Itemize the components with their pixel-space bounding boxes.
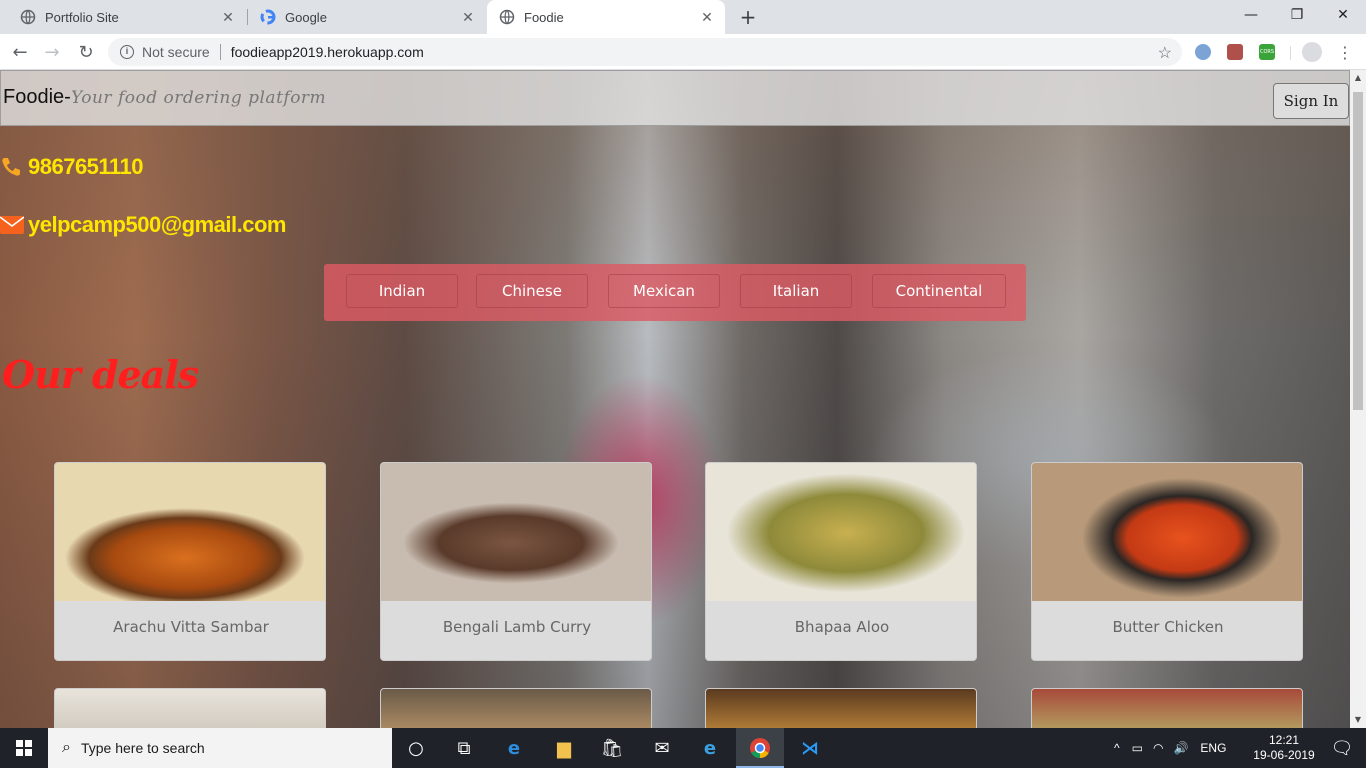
scroll-down-icon[interactable]: ▼: [1350, 712, 1366, 728]
browser-tab-strip: Portfolio Site ✕ Google ✕ Foodie ✕ + — ❐…: [0, 0, 1366, 34]
deal-image[interactable]: [1032, 463, 1302, 601]
scrollbar-thumb[interactable]: [1353, 92, 1363, 410]
globe-icon: [499, 9, 515, 25]
deal-card[interactable]: [54, 688, 326, 728]
sign-in-button[interactable]: Sign In: [1273, 83, 1349, 119]
cors-extension-icon[interactable]: CORS: [1259, 44, 1275, 60]
clock-date: 19-06-2019: [1253, 748, 1315, 762]
browser-toolbar: ← → ↻ i Not secure foodieapp2019.herokua…: [0, 34, 1366, 70]
brand-tagline: Your food ordering platform: [71, 88, 327, 108]
search-placeholder: Type here to search: [80, 740, 205, 756]
deal-card[interactable]: [1031, 688, 1303, 728]
close-window-icon[interactable]: ✕: [1320, 0, 1366, 30]
clock[interactable]: 12:21 19-06-2019: [1252, 728, 1316, 768]
deal-image[interactable]: [55, 463, 325, 601]
reload-icon[interactable]: ↻: [74, 40, 98, 64]
deal-card[interactable]: [705, 688, 977, 728]
pdf-extension-icon[interactable]: [1227, 44, 1243, 60]
cuisine-indian-button[interactable]: Indian: [346, 274, 458, 308]
scroll-up-icon[interactable]: ▲: [1350, 70, 1366, 86]
deals-heading: Our deals: [2, 352, 199, 397]
url-text[interactable]: foodieapp2019.herokuapp.com: [231, 44, 424, 60]
cuisine-filter-bar: Indian Chinese Mexican Italian Continent…: [324, 264, 1026, 321]
clock-time: 12:21: [1268, 733, 1300, 747]
tab-foodie[interactable]: Foodie ✕: [487, 0, 725, 34]
edge-icon[interactable]: e: [490, 728, 538, 768]
page-scrollbar[interactable]: ▲ ▼: [1350, 70, 1366, 728]
security-label: Not secure: [142, 44, 210, 60]
shield-extension-icon[interactable]: [1195, 44, 1211, 60]
email-address: yelpcamp500@gmail.com: [28, 212, 286, 237]
close-tab-icon[interactable]: ✕: [220, 9, 236, 25]
brand-logo[interactable]: Foodie-: [3, 86, 71, 109]
search-icon: ⌕: [62, 739, 71, 756]
contact-phone: 9867651110: [0, 154, 143, 180]
tab-title: Google: [285, 9, 327, 25]
cuisine-continental-button[interactable]: Continental: [872, 274, 1006, 308]
deal-image[interactable]: [381, 463, 651, 601]
battery-icon[interactable]: ▭: [1132, 741, 1143, 755]
mail-icon[interactable]: ✉: [638, 728, 686, 768]
cuisine-italian-button[interactable]: Italian: [740, 274, 852, 308]
vscode-icon[interactable]: ⋊: [786, 728, 834, 768]
deal-card[interactable]: Butter Chicken: [1031, 462, 1303, 661]
profile-avatar-icon[interactable]: [1302, 42, 1322, 62]
google-icon: [260, 9, 276, 25]
notifications-icon[interactable]: 🗨: [1318, 728, 1366, 768]
internet-explorer-icon[interactable]: e: [686, 728, 734, 768]
tab-title: Foodie: [524, 9, 564, 25]
windows-start-icon[interactable]: [0, 728, 48, 768]
deal-card[interactable]: [380, 688, 652, 728]
minimize-icon[interactable]: —: [1228, 0, 1274, 30]
deal-card[interactable]: Bhapaa Aloo: [705, 462, 977, 661]
deal-image[interactable]: [706, 463, 976, 601]
phone-number: 9867651110: [28, 154, 143, 179]
deal-name[interactable]: Bhapaa Aloo: [706, 618, 976, 636]
deal-name[interactable]: Butter Chicken: [1032, 618, 1302, 636]
site-navbar: Foodie- Your food ordering platform Sign…: [0, 70, 1350, 126]
volume-icon[interactable]: 🔊: [1173, 741, 1188, 755]
deal-card[interactable]: Arachu Vitta Sambar: [54, 462, 326, 661]
foodie-page: Foodie- Your food ordering platform Sign…: [0, 70, 1350, 728]
phone-icon: [0, 156, 26, 178]
contact-email: yelpcamp500@gmail.com: [0, 212, 286, 238]
system-tray: ^ ▭ ◠ 🔊 ENG: [1114, 728, 1226, 768]
omnibox-divider: [219, 44, 221, 60]
task-view-icon[interactable]: ⧉: [440, 728, 488, 768]
deal-name[interactable]: Bengali Lamb Curry: [381, 618, 651, 636]
language-indicator[interactable]: ENG: [1200, 741, 1226, 755]
menu-kebab-icon[interactable]: ⋮: [1333, 40, 1357, 64]
chrome-icon[interactable]: [736, 728, 784, 768]
tab-portfolio-site[interactable]: Portfolio Site ✕: [8, 0, 246, 34]
maximize-icon[interactable]: ❐: [1274, 0, 1320, 30]
envelope-icon: [0, 214, 26, 236]
info-icon[interactable]: i: [120, 45, 134, 59]
file-explorer-icon[interactable]: ▆: [540, 728, 588, 768]
task-view-cortana-icon[interactable]: ○: [392, 728, 440, 768]
deal-card[interactable]: Bengali Lamb Curry: [380, 462, 652, 661]
taskbar-search-box[interactable]: ⌕ Type here to search: [48, 728, 392, 768]
wifi-icon[interactable]: ◠: [1153, 741, 1163, 755]
new-tab-icon[interactable]: +: [736, 5, 760, 29]
chevron-up-icon[interactable]: ^: [1114, 741, 1120, 755]
tab-title: Portfolio Site: [45, 9, 119, 25]
tab-google[interactable]: Google ✕: [248, 0, 486, 34]
cuisine-chinese-button[interactable]: Chinese: [476, 274, 588, 308]
bookmark-star-icon[interactable]: ☆: [1158, 43, 1172, 63]
store-icon[interactable]: 🛍: [588, 728, 636, 768]
close-tab-icon[interactable]: ✕: [699, 9, 715, 25]
windows-taskbar: ⌕ Type here to search ○ ⧉ e ▆ 🛍 ✉ e ⋊ ^ …: [0, 728, 1366, 768]
address-bar[interactable]: i Not secure foodieapp2019.herokuapp.com…: [108, 38, 1182, 66]
globe-icon: [20, 9, 36, 25]
toolbar-divider: [1290, 46, 1291, 60]
cuisine-mexican-button[interactable]: Mexican: [608, 274, 720, 308]
deal-name[interactable]: Arachu Vitta Sambar: [55, 618, 325, 636]
forward-icon[interactable]: →: [40, 40, 64, 64]
close-tab-icon[interactable]: ✕: [460, 9, 476, 25]
back-icon[interactable]: ←: [8, 40, 32, 64]
